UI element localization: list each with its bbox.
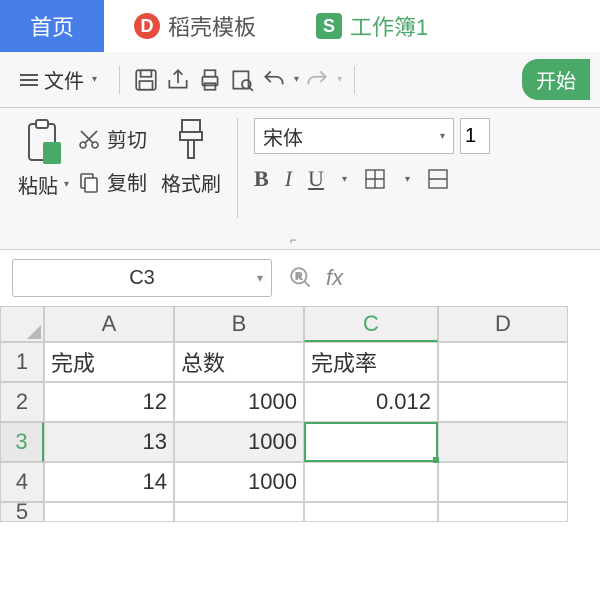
chevron-down-icon[interactable]: ▾ [64,179,69,190]
quick-toolbar: 文件 ▾ ▾ ▾ 开始 [0,52,600,108]
undo-caret[interactable]: ▾ [294,74,299,85]
cell-a2[interactable]: 12 [44,382,174,422]
name-formula-bar: C3 ▾ R fx [0,250,600,306]
cell-b5[interactable] [174,502,304,522]
cell-b2[interactable]: 1000 [174,382,304,422]
select-all-corner[interactable] [0,306,44,342]
hamburger-icon [20,74,38,86]
paste-label: 粘贴 [18,170,58,199]
font-name-value: 宋体 [263,122,303,151]
cell-a4[interactable]: 14 [44,462,174,502]
cell-d4[interactable] [438,462,568,502]
col-header-c[interactable]: C [304,306,438,342]
svg-text:R: R [296,271,302,281]
row-header-5[interactable]: 5 [0,502,44,522]
name-box-value: C3 [129,267,155,290]
redo-caret[interactable]: ▾ [337,74,342,85]
row-header-1[interactable]: 1 [0,342,44,382]
divider [119,66,120,94]
border-button[interactable] [363,167,387,191]
tab-workbook[interactable]: S 工作簿1 [286,0,458,52]
chevron-down-icon: ▾ [92,74,97,85]
col-header-d[interactable]: D [438,306,568,342]
row-header-3[interactable]: 3 [0,422,44,462]
cell-b3[interactable]: 1000 [174,422,304,462]
font-name-select[interactable]: 宋体 ▾ [254,118,454,154]
start-tab-button[interactable]: 开始 [522,59,590,100]
copy-button[interactable]: 复制 [77,167,147,196]
ribbon: 粘贴 ▾ 剪切 复制 格式刷 宋体 ▾ 1 [0,108,600,250]
bold-button[interactable]: B [254,166,269,192]
paste-button[interactable]: 粘贴 ▾ [18,118,69,199]
cut-label: 剪切 [107,124,147,153]
docer-icon: D [134,13,160,39]
clipboard-icon [23,118,65,166]
copy-label: 复制 [107,167,147,196]
save-icon[interactable] [132,66,160,94]
font-size-select[interactable]: 1 [460,118,490,154]
tab-bar: 首页 D 稻壳模板 S 工作簿1 [0,0,600,52]
collapse-marker[interactable]: ⌐ [290,233,297,247]
divider [354,66,355,94]
italic-button[interactable]: I [285,166,292,192]
fx-button[interactable]: fx [326,265,343,291]
print-preview-icon[interactable] [228,66,256,94]
cell-a5[interactable] [44,502,174,522]
start-label: 开始 [536,71,576,93]
row-header-4[interactable]: 4 [0,462,44,502]
clipboard-group: 粘贴 ▾ 剪切 复制 格式刷 [12,118,227,245]
undo-icon[interactable] [260,66,288,94]
cell-a1[interactable]: 完成 [44,342,174,382]
chevron-down-icon[interactable]: ▾ [405,174,410,185]
col-header-b[interactable]: B [174,306,304,342]
underline-button[interactable]: U [308,166,324,192]
tab-docer-label: 稻壳模板 [168,10,256,42]
spreadsheet-grid: A B C D 1 完成 总数 完成率 2 12 1000 0.012 3 13… [0,306,600,522]
tab-docer[interactable]: D 稻壳模板 [104,0,286,52]
chevron-down-icon: ▾ [440,131,445,142]
brush-icon [174,118,208,162]
tab-home[interactable]: 首页 [0,0,104,52]
cell-d3[interactable] [438,422,568,462]
copy-icon [77,170,101,194]
chevron-down-icon[interactable]: ▾ [342,174,347,185]
cell-b4[interactable]: 1000 [174,462,304,502]
redo-icon[interactable] [303,66,331,94]
font-group: 宋体 ▾ 1 B I U ▾ ▾ [254,118,490,245]
scissors-icon [77,127,101,151]
tab-workbook-label: 工作簿1 [350,10,428,42]
format-brush-label: 格式刷 [161,168,221,197]
divider [237,118,238,218]
share-icon[interactable] [164,66,192,94]
font-size-value: 1 [465,125,476,148]
row-header-2[interactable]: 2 [0,382,44,422]
cell-c3[interactable] [304,422,438,462]
format-brush-button[interactable]: 格式刷 [161,118,221,197]
tab-home-label: 首页 [30,10,74,42]
print-icon[interactable] [196,66,224,94]
name-box[interactable]: C3 ▾ [12,259,272,297]
col-header-a[interactable]: A [44,306,174,342]
merge-button[interactable] [426,167,450,191]
cell-d1[interactable] [438,342,568,382]
search-icon[interactable]: R [288,265,314,291]
file-menu[interactable]: 文件 ▾ [10,61,107,98]
chevron-down-icon: ▾ [257,271,263,285]
file-label: 文件 [44,65,84,94]
cell-a3[interactable]: 13 [44,422,174,462]
cell-b1[interactable]: 总数 [174,342,304,382]
spreadsheet-icon: S [316,13,342,39]
cell-c2[interactable]: 0.012 [304,382,438,422]
cell-c1[interactable]: 完成率 [304,342,438,382]
cell-d5[interactable] [438,502,568,522]
cell-d2[interactable] [438,382,568,422]
cut-button[interactable]: 剪切 [77,124,147,153]
cell-c4[interactable] [304,462,438,502]
cell-c5[interactable] [304,502,438,522]
